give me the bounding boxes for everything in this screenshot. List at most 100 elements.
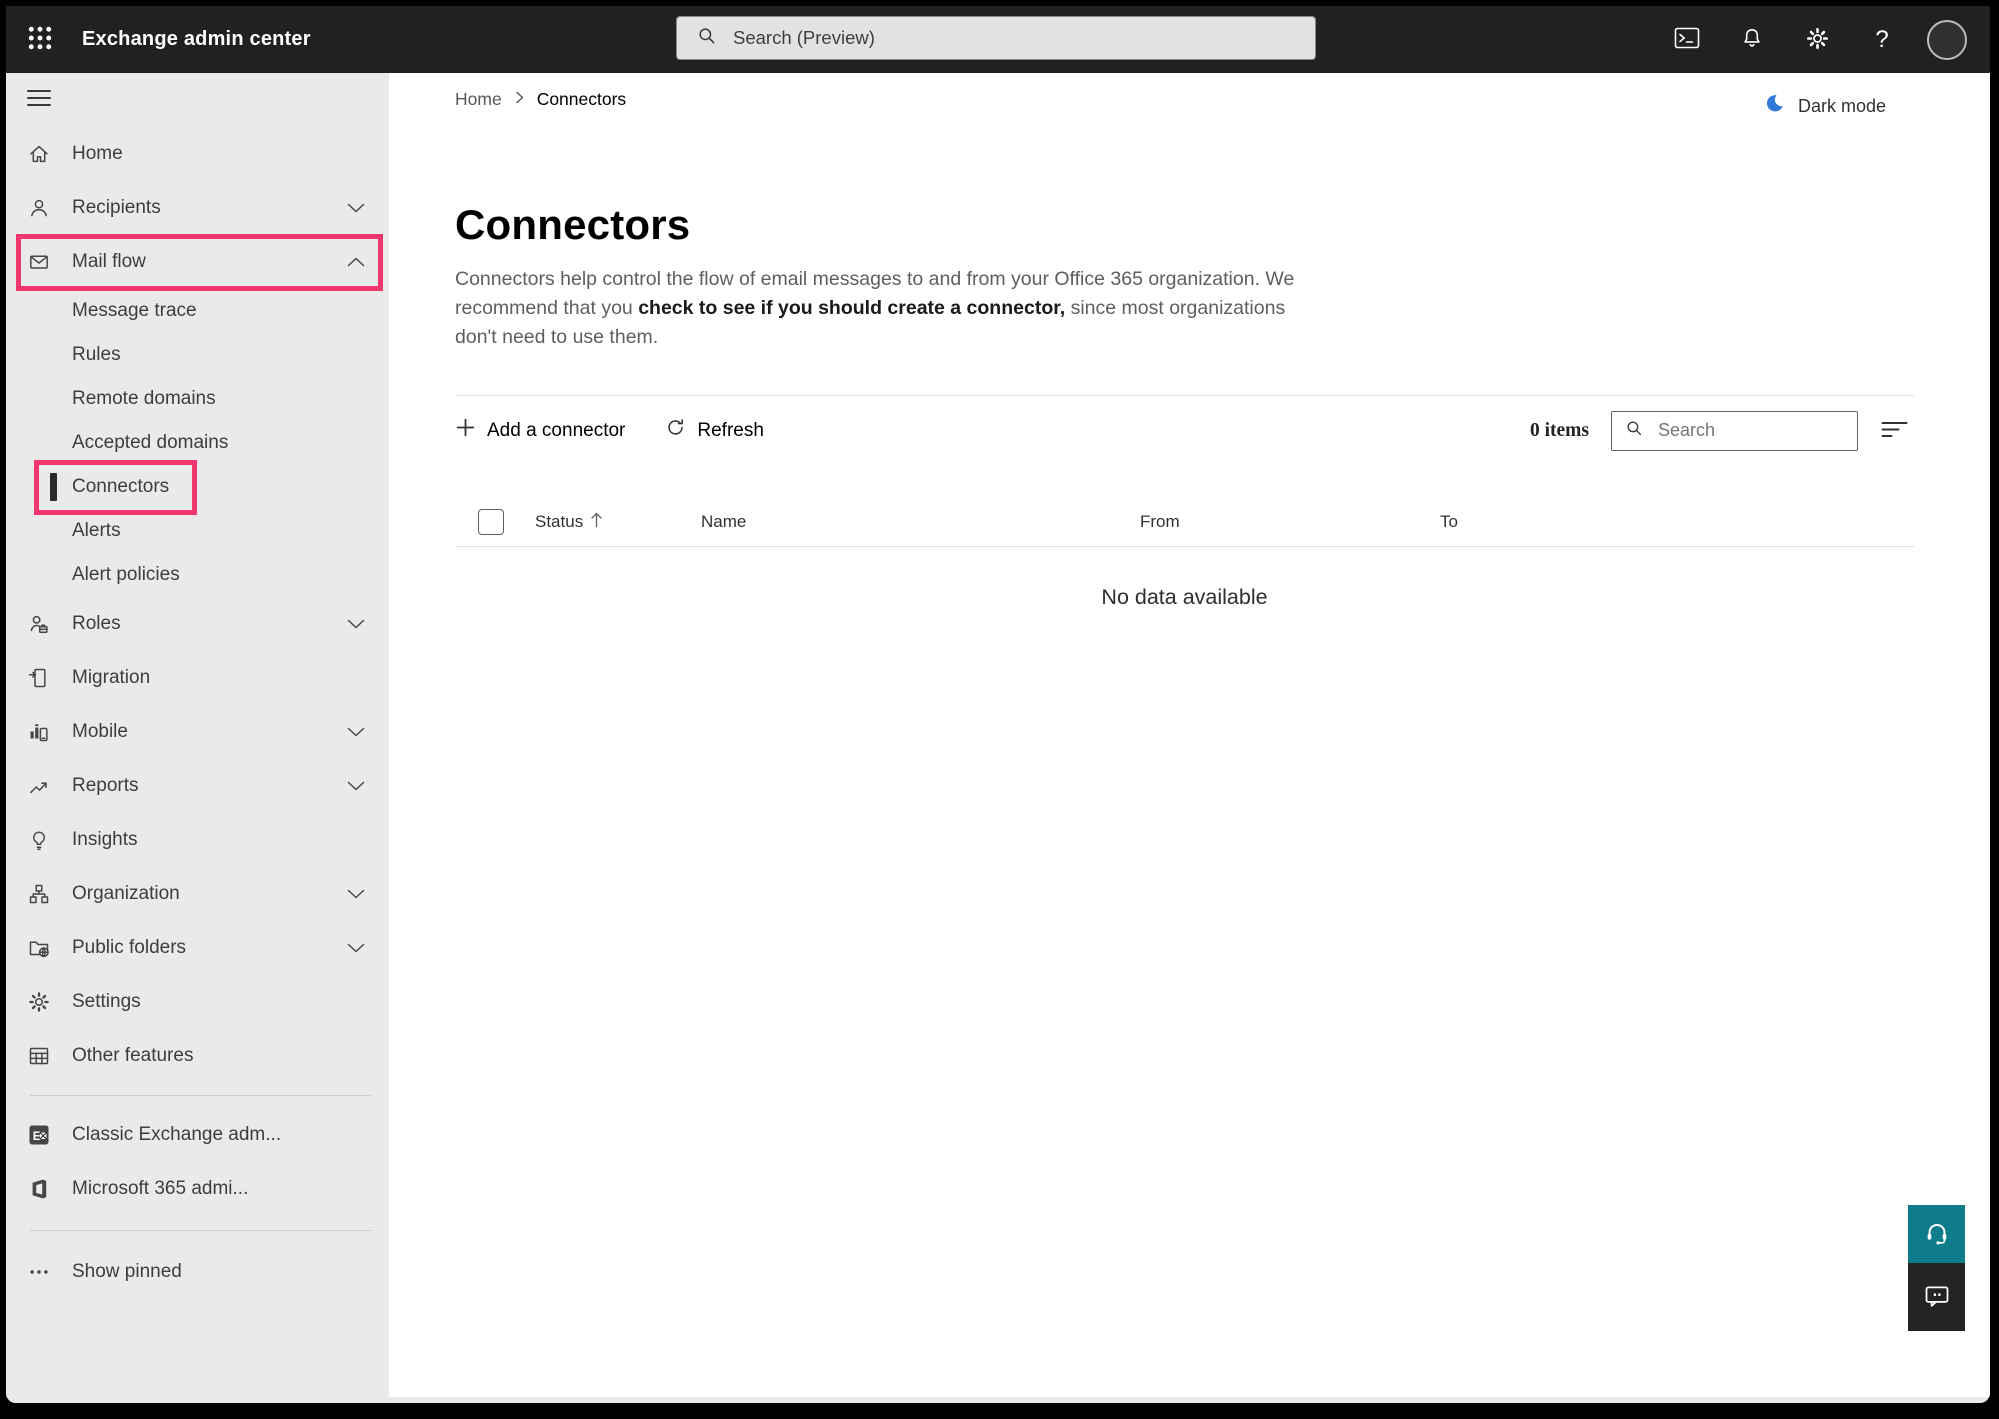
refresh-button[interactable]: Refresh (665, 417, 764, 444)
column-header-from[interactable]: From (1140, 512, 1180, 532)
list-search[interactable] (1611, 411, 1858, 451)
sidebar-item-insights[interactable]: Insights (6, 813, 389, 867)
sidebar-item-label: Show pinned (72, 1261, 182, 1283)
sidebar-item-accepted-domains[interactable]: Accepted domains (6, 421, 389, 465)
plus-icon (455, 417, 476, 444)
sidebar-item-connectors[interactable]: Connectors (6, 465, 389, 509)
list-toolbar: Add a connector Refresh 0 items (455, 395, 1914, 465)
topbar-search-input[interactable] (731, 26, 1251, 50)
sidebar-item-label: Connectors (72, 476, 169, 498)
sort-up-arrow-icon (590, 511, 603, 533)
sidebar-item-message-trace[interactable]: Message trace (6, 289, 389, 333)
document-arrow-icon (27, 666, 51, 690)
chevron-right-icon (514, 89, 525, 110)
notifications-button[interactable] (1732, 18, 1772, 62)
sidebar-item-mobile[interactable]: Mobile (6, 705, 389, 759)
dark-mode-toggle[interactable]: Dark mode (1757, 91, 1892, 121)
page-description: Connectors help control the flow of emai… (455, 265, 1300, 352)
sidebar-item-label: Public folders (72, 937, 186, 959)
description-link[interactable]: check to see if you should create a conn… (638, 297, 1065, 319)
sidebar-item-organization[interactable]: Organization (6, 867, 389, 921)
filter-button[interactable] (1875, 418, 1914, 444)
main-content: Home Connectors Dark mode Connectors Con… (389, 73, 1990, 1397)
chevron-down-icon (347, 203, 365, 213)
sidebar-item-label: Message trace (72, 300, 197, 322)
sidebar-item-label: Microsoft 365 admi... (72, 1178, 248, 1200)
page-title: Connectors (455, 201, 690, 249)
sidebar-item-show-pinned[interactable]: Show pinned (6, 1245, 389, 1299)
home-icon (27, 142, 51, 166)
app-title: Exchange admin center (82, 28, 311, 51)
suite-header: Exchange admin center (6, 6, 1990, 73)
breadcrumb-home-link[interactable]: Home (455, 89, 502, 110)
add-connector-label: Add a connector (487, 420, 625, 442)
feedback-bubble-icon (1922, 1282, 1952, 1313)
sidebar-item-recipients[interactable]: Recipients (6, 181, 389, 235)
sidebar-item-mail-flow[interactable]: Mail flow (6, 235, 389, 289)
help-button[interactable]: ? (1862, 18, 1902, 62)
line-chart-icon (27, 774, 51, 798)
sidebar-item-m365-admin[interactable]: Microsoft 365 admi... (6, 1162, 389, 1216)
empty-state-message: No data available (455, 585, 1914, 610)
sidebar-item-migration[interactable]: Migration (6, 651, 389, 705)
column-header-name[interactable]: Name (701, 512, 746, 532)
sidebar-item-other-features[interactable]: Other features (6, 1029, 389, 1083)
sidebar-item-label: Reports (72, 775, 139, 797)
sidebar-item-label: Mobile (72, 721, 128, 743)
sidebar-item-label: Home (72, 143, 123, 165)
sidebar-item-alerts[interactable]: Alerts (6, 509, 389, 553)
add-connector-button[interactable]: Add a connector (455, 417, 625, 444)
sidebar-item-public-folders[interactable]: Public folders (6, 921, 389, 975)
lightbulb-icon (27, 828, 51, 852)
sidebar-item-remote-domains[interactable]: Remote domains (6, 377, 389, 421)
column-header-status[interactable]: Status (535, 511, 603, 533)
sidebar-item-label: Rules (72, 344, 121, 366)
sidebar-item-label: Alert policies (72, 564, 180, 586)
waffle-icon (26, 24, 54, 55)
cloud-shell-button[interactable] (1667, 18, 1707, 62)
sidebar-item-label: Roles (72, 613, 121, 635)
breadcrumb-current: Connectors (537, 89, 627, 110)
nav-list: Home Recipients Mail flow (6, 127, 389, 1299)
settings-gear-button[interactable] (1797, 18, 1837, 62)
topbar-search[interactable] (676, 16, 1316, 60)
sidebar-item-settings[interactable]: Settings (6, 975, 389, 1029)
sidebar-item-reports[interactable]: Reports (6, 759, 389, 813)
gear-icon (27, 990, 51, 1014)
sidebar-item-home[interactable]: Home (6, 127, 389, 181)
column-header-to[interactable]: To (1440, 512, 1458, 532)
sidebar-item-alert-policies[interactable]: Alert policies (6, 553, 389, 597)
sidebar-item-roles[interactable]: Roles (6, 597, 389, 651)
gear-icon (1805, 26, 1830, 54)
ellipsis-icon (27, 1260, 51, 1284)
svg-text:E: E (33, 1129, 41, 1143)
refresh-label: Refresh (697, 420, 764, 442)
sidebar-item-label: Remote domains (72, 388, 216, 410)
exchange-logo-icon: E (27, 1123, 51, 1147)
sidebar-item-label: Alerts (72, 520, 121, 542)
select-all-checkbox[interactable] (478, 509, 504, 535)
sidebar-item-label: Other features (72, 1045, 193, 1067)
sidebar-item-rules[interactable]: Rules (6, 333, 389, 377)
chevron-down-icon (347, 619, 365, 629)
sidebar-item-label: Organization (72, 883, 180, 905)
envelope-icon (27, 250, 51, 274)
column-label: Status (535, 512, 583, 532)
sidebar-item-classic-exchange[interactable]: E Classic Exchange adm... (6, 1108, 389, 1162)
list-search-input[interactable] (1656, 419, 1836, 442)
sidebar-item-label: Classic Exchange adm... (72, 1124, 281, 1146)
support-button[interactable] (1908, 1205, 1965, 1263)
sidebar-item-label: Mail flow (72, 251, 146, 273)
sidebar-divider (30, 1230, 371, 1231)
question-icon: ? (1875, 26, 1888, 54)
nav-collapse-button[interactable] (19, 79, 59, 119)
items-count: 0 items (1530, 420, 1589, 442)
breadcrumb: Home Connectors (455, 89, 626, 110)
chevron-down-icon (347, 889, 365, 899)
app-launcher-button[interactable] (16, 16, 64, 64)
account-avatar[interactable] (1927, 20, 1967, 60)
feedback-button[interactable] (1908, 1263, 1965, 1331)
sidebar-item-label: Accepted domains (72, 432, 228, 454)
sidebar-divider (30, 1095, 371, 1096)
terminal-icon (1674, 26, 1700, 53)
